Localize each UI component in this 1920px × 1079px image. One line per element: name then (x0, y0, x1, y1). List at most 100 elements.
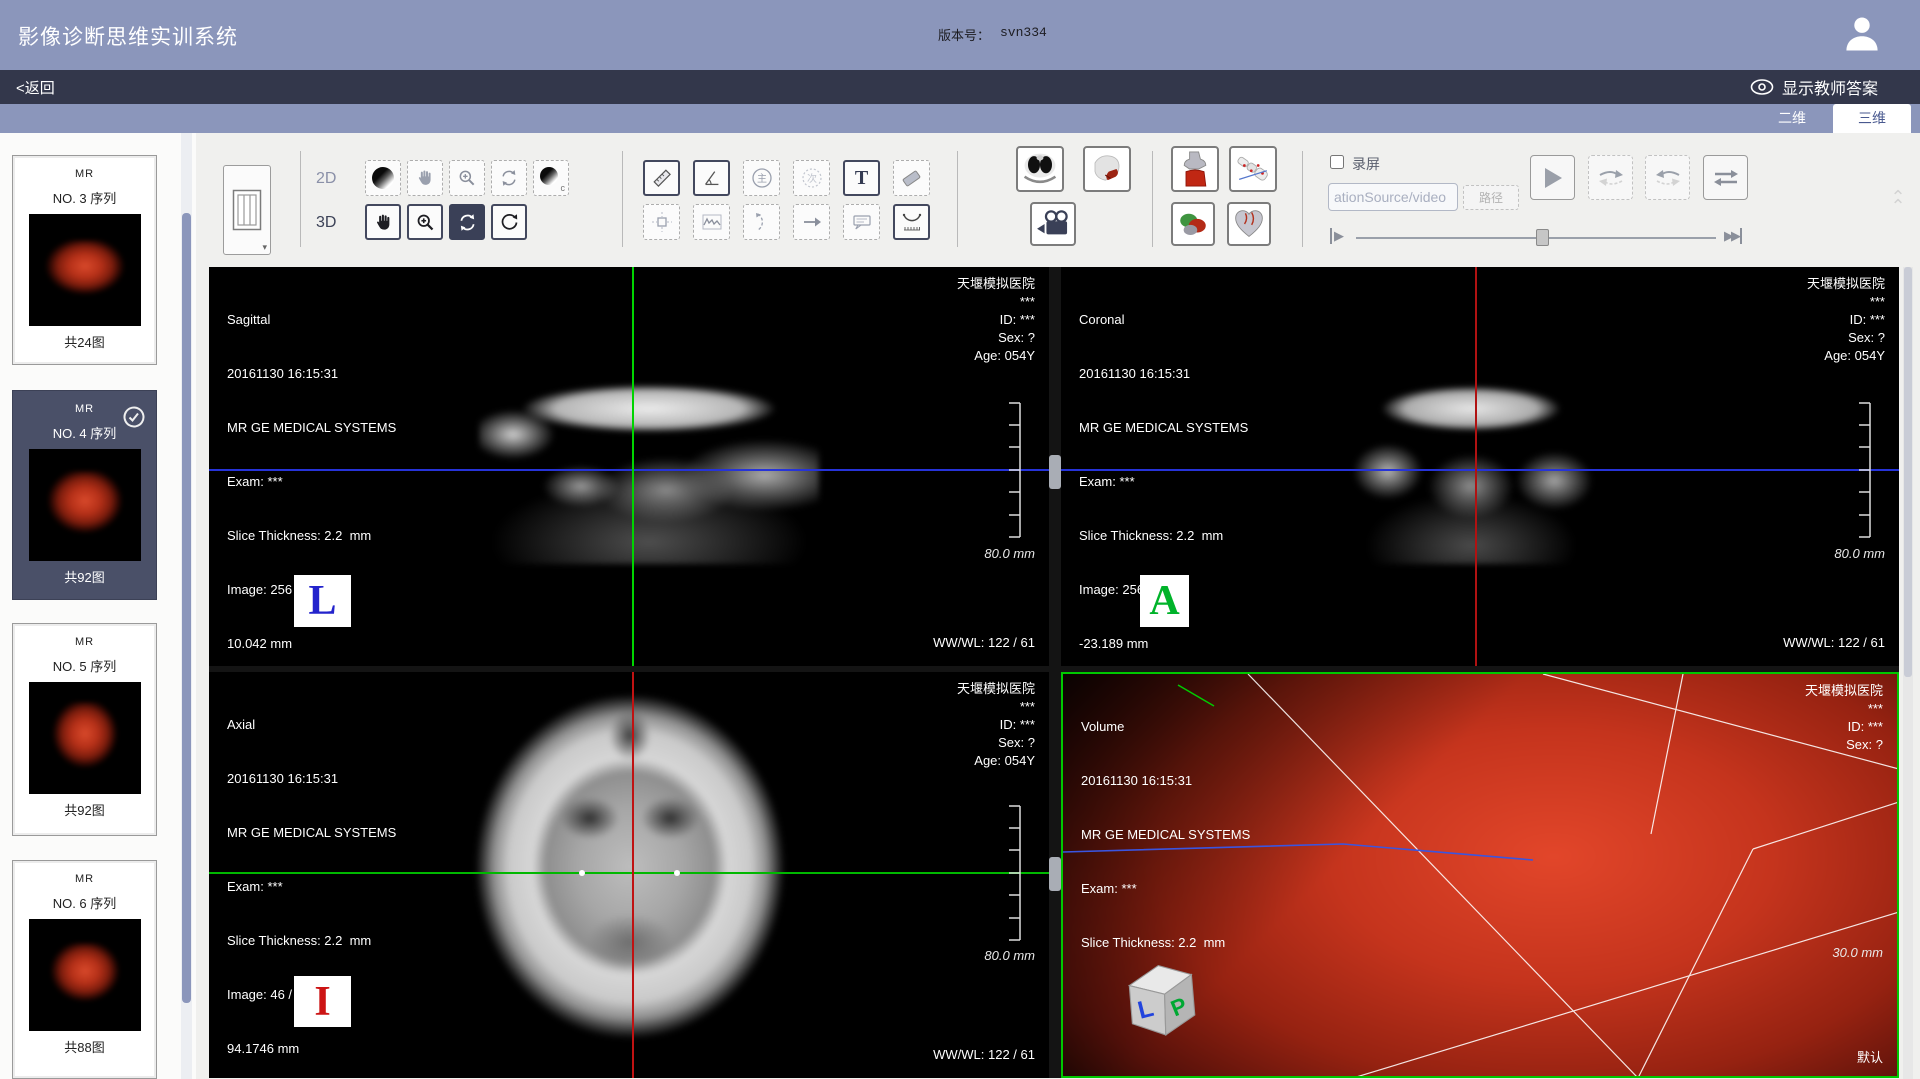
rotate-icon (499, 168, 519, 188)
scale-label: 80.0 mm (984, 546, 1035, 561)
mri-image-sagittal (479, 379, 819, 564)
ruler-tool-button[interactable] (643, 160, 680, 196)
text-tool-button[interactable]: T (843, 160, 880, 196)
dicom-overlay-topright: 天堰模拟医院 *** ID: *** Sex: ? Age: 054Y (957, 680, 1035, 770)
nav-bar: <返回 显示教师答案 (0, 70, 1920, 104)
rotate-2d-button[interactable] (491, 160, 527, 196)
spline-button[interactable] (743, 204, 780, 240)
user-avatar-icon[interactable] (1840, 12, 1884, 56)
orientation-cube[interactable]: L P (1118, 954, 1208, 1044)
slider-start-icon[interactable]: ▶ (1330, 228, 1341, 244)
loop-backward-icon (1655, 167, 1681, 189)
label-2d: 2D (316, 170, 336, 188)
series-card-3[interactable]: MR NO. 5 序列 共92图 (12, 623, 157, 836)
angle-tool-button[interactable] (693, 160, 730, 196)
volume-preset-label[interactable]: 默认 (1857, 1047, 1883, 1066)
show-teacher-answer-button[interactable]: 显示教师答案 (1750, 75, 1878, 99)
crosshair-vertical-green[interactable] (632, 267, 634, 666)
callout-button[interactable] (843, 204, 880, 240)
collapse-toolbar-icon[interactable]: ⌃⌃ (1888, 193, 1908, 211)
series-image-count: 共92图 (13, 567, 156, 586)
loop-backward-button[interactable] (1645, 155, 1690, 200)
mri-image-axial (475, 694, 785, 1039)
rotate-3d-button-active[interactable] (449, 204, 485, 240)
eraser-icon (902, 169, 921, 186)
preset-heart-button[interactable] (1227, 202, 1271, 246)
window-level-2d-button[interactable] (365, 160, 401, 196)
splitter-handle[interactable] (1049, 455, 1061, 489)
layout-button[interactable]: ▾ (223, 165, 271, 255)
splitter-handle[interactable] (1049, 857, 1061, 891)
tab-3d[interactable]: 三维 (1833, 104, 1911, 133)
heart-preset-icon (1233, 208, 1265, 240)
viewport-coronal[interactable]: Coronal 20161130 16:15:31 MR GE MEDICAL … (1061, 267, 1899, 666)
show-teacher-answer-label: 显示教师答案 (1782, 75, 1878, 99)
reset-c-mark: c (561, 183, 566, 193)
crosshair-vertical-red[interactable] (1475, 267, 1477, 666)
toolbar-separator (622, 151, 623, 247)
preset-skull-button[interactable] (1083, 146, 1131, 192)
path-button[interactable]: 路径 (1463, 185, 1519, 210)
roi-box-button[interactable] (643, 204, 680, 240)
arrow-annotation-button[interactable] (793, 204, 830, 240)
slider-end-icon[interactable]: ▶▶ (1724, 228, 1742, 244)
zoom-in-icon (415, 212, 436, 233)
dicom-overlay-topright: 天堰模拟医院 *** ID: *** Sex: ? Age: 054Y (957, 275, 1035, 365)
back-button[interactable]: <返回 (16, 77, 55, 98)
tab-2d[interactable]: 二维 (1753, 104, 1831, 133)
loop-forward-button[interactable] (1588, 155, 1633, 200)
swap-direction-button[interactable] (1703, 155, 1748, 200)
zoom-3d-button[interactable] (407, 204, 443, 240)
preset-foot-button[interactable] (1229, 146, 1277, 192)
viewport-scrollbar-thumb[interactable] (1904, 267, 1912, 677)
viewport-sagittal[interactable]: Sagittal 20161130 16:15:31 MR GE MEDICAL… (209, 267, 1049, 666)
scale-ruler (1855, 402, 1871, 538)
preset-lung-button[interactable] (1016, 146, 1064, 192)
window-level-reset-button[interactable]: c (533, 160, 569, 196)
eraser-tool-button[interactable] (893, 160, 930, 196)
histogram-button[interactable] (693, 204, 730, 240)
window-width-level: WW/WL: 122 / 61 (933, 635, 1035, 650)
series-card-4[interactable]: MR NO. 6 序列 共88图 (12, 860, 157, 1079)
series-card-1[interactable]: MR NO. 3 序列 共24图 (12, 155, 157, 365)
viewport-axial[interactable]: Axial 20161130 16:15:31 MR GE MEDICAL SY… (209, 672, 1049, 1078)
orientation-marker: A (1140, 575, 1189, 627)
volume-thumb-render (52, 702, 118, 772)
record-screen-checkbox[interactable] (1330, 155, 1344, 169)
pan-2d-button[interactable] (407, 160, 443, 196)
play-button[interactable] (1530, 155, 1575, 200)
sidebar-scrollbar-thumb[interactable] (182, 213, 191, 1003)
video-path-input[interactable] (1328, 183, 1458, 211)
curve-measure-button[interactable] (893, 204, 930, 240)
scale-label: 30.0 mm (1832, 945, 1883, 960)
scale-label: 80.0 mm (1834, 546, 1885, 561)
hand-icon (373, 212, 394, 233)
series-card-2-selected[interactable]: MR NO. 4 序列 共92图 (12, 390, 157, 600)
series-image-count: 共24图 (13, 332, 156, 351)
mri-image-coronal (1341, 379, 1601, 564)
primary-region-button[interactable]: 主 (743, 160, 780, 196)
svg-text:次: 次 (807, 172, 817, 185)
volume-thumb-render (50, 943, 120, 1005)
preset-knee-button[interactable] (1171, 146, 1219, 192)
dicom-overlay-topright: 天堰模拟医院 *** ID: *** Sex: ? (1805, 682, 1883, 754)
frame-slider-thumb[interactable] (1536, 229, 1549, 246)
reset-3d-button[interactable] (491, 204, 527, 240)
crosshair-vertical-red[interactable] (632, 672, 634, 1078)
text-tool-icon: T (855, 167, 868, 190)
label-3d: 3D (316, 214, 336, 232)
preset-segments-button[interactable] (1171, 202, 1215, 246)
hand-icon (415, 168, 435, 188)
pan-3d-button[interactable] (365, 204, 401, 240)
viewport-volume[interactable]: Volume 20161130 16:15:31 MR GE MEDICAL S… (1061, 672, 1899, 1078)
toolbar-separator (1302, 151, 1303, 247)
orientation-marker: L (294, 575, 351, 627)
viewport-scrollbar-track[interactable] (1903, 267, 1913, 1079)
secondary-circle-icon: 次 (800, 166, 824, 190)
viewport-grid: Sagittal 20161130 16:15:31 MR GE MEDICAL… (209, 267, 1899, 1078)
secondary-region-button[interactable]: 次 (793, 160, 830, 196)
window-level-reset-icon (540, 167, 558, 185)
video-export-button[interactable] (1030, 202, 1076, 246)
orientation-marker: I (294, 976, 351, 1027)
zoom-2d-button[interactable] (449, 160, 485, 196)
